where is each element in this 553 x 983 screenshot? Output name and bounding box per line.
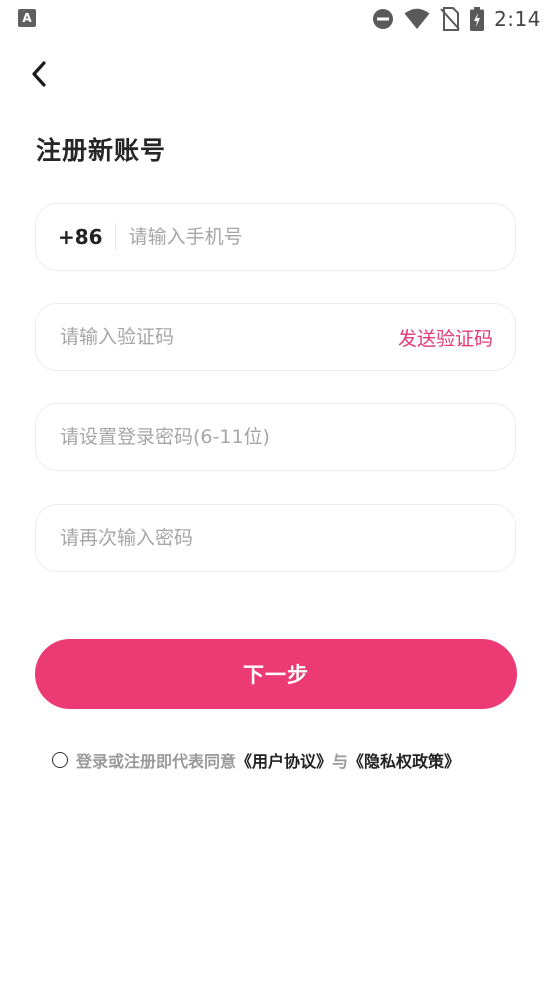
no-sim-icon xyxy=(440,7,460,31)
status-bar: A 2:14 xyxy=(0,0,553,38)
verification-code-field: 发送验证码 xyxy=(35,303,516,371)
status-time: 2:14 xyxy=(494,7,541,31)
agreement-joiner-text: 与 xyxy=(332,752,349,771)
chevron-left-icon xyxy=(32,61,46,87)
next-step-button[interactable]: 下一步 xyxy=(35,639,517,709)
battery-charging-icon xyxy=(470,7,485,31)
agreement-prefix-text: 登录或注册即代表同意 xyxy=(76,752,237,771)
phone-input[interactable] xyxy=(115,204,515,270)
confirm-password-field xyxy=(35,504,516,572)
verification-code-input[interactable] xyxy=(36,304,398,370)
app-notification-icon: A xyxy=(18,9,36,27)
wifi-icon xyxy=(404,8,430,29)
page-title: 注册新账号 xyxy=(36,136,167,165)
confirm-password-input[interactable] xyxy=(36,505,515,571)
privacy-policy-link[interactable]: 《隐私权政策》 xyxy=(348,748,460,772)
user-agreement-link[interactable]: 《用户协议》 xyxy=(236,748,332,772)
status-icons: 2:14 xyxy=(372,5,541,33)
send-code-button[interactable]: 发送验证码 xyxy=(398,324,493,351)
back-button[interactable] xyxy=(22,56,56,92)
do-not-disturb-icon xyxy=(373,9,394,29)
country-code-selector[interactable]: +86 xyxy=(58,223,116,251)
agreement-checkbox[interactable] xyxy=(52,752,68,768)
password-input[interactable] xyxy=(36,404,515,470)
password-field xyxy=(35,403,516,471)
agreement-row: 登录或注册即代表同意 《用户协议》 与 《隐私权政策》 xyxy=(52,747,460,773)
phone-field: +86 xyxy=(35,203,516,271)
